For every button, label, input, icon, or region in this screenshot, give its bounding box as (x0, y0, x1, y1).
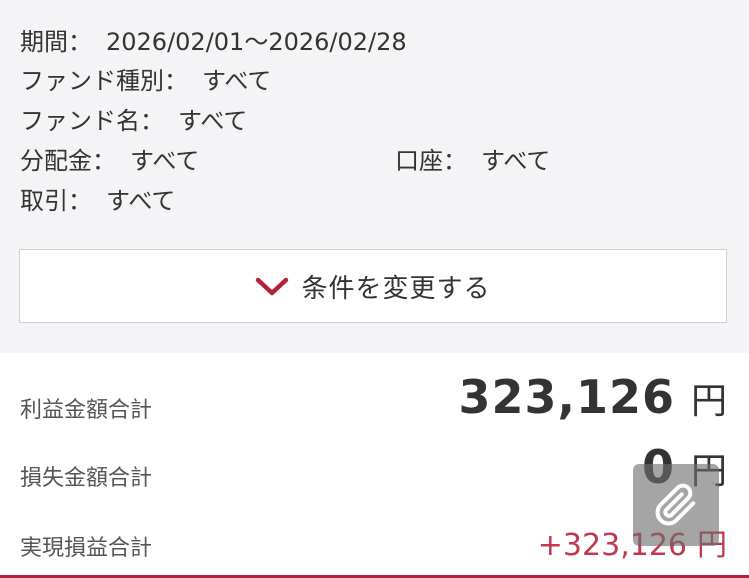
condition-transaction-value: すべて (106, 187, 176, 215)
condition-period: 期間： 2026/02/01〜2026/02/28 (20, 27, 407, 57)
condition-fund-type-label: ファンド種別： (20, 67, 188, 95)
condition-period-value: 2026/02/01〜2026/02/28 (106, 28, 407, 56)
loss-total-label: 損失金額合計 (20, 466, 153, 491)
chevron-down-icon (256, 277, 289, 296)
filter-conditions-panel: 期間： 2026/02/01〜2026/02/28 ファンド種別： すべて ファンド… (0, 0, 749, 353)
change-conditions-label: 条件を変更する (301, 273, 491, 304)
condition-account-label: 口座： (395, 147, 467, 175)
attachment-button[interactable] (633, 464, 719, 546)
profit-total-label: 利益金額合計 (20, 398, 153, 423)
profit-total-row: 利益金額合計 323,126 円 (0, 366, 749, 436)
condition-period-label: 期間： (20, 28, 92, 56)
condition-account-value: すべて (481, 147, 551, 175)
condition-distribution-value: すべて (130, 147, 200, 175)
condition-account: 口座： すべて (395, 146, 550, 176)
condition-fund-name: ファンド名： すべて (20, 106, 247, 136)
condition-fund-type-value: すべて (202, 67, 272, 95)
paperclip-icon (655, 483, 696, 526)
condition-transaction: 取引： すべて (20, 186, 175, 216)
profit-total-unit: 円 (690, 381, 727, 422)
profit-total-amount: 323,126 円 (458, 370, 727, 424)
realized-total-label: 実現損益合計 (20, 536, 153, 561)
condition-fund-name-label: ファンド名： (20, 107, 164, 135)
condition-transaction-label: 取引： (20, 187, 92, 215)
condition-fund-type: ファンド種別： すべて (20, 66, 271, 96)
condition-distribution: 分配金： すべて (20, 146, 199, 176)
profit-total-value: 323,126 (458, 370, 675, 424)
condition-fund-name-value: すべて (178, 107, 248, 135)
condition-distribution-label: 分配金： (20, 147, 116, 175)
change-conditions-button[interactable]: 条件を変更する (19, 249, 727, 323)
